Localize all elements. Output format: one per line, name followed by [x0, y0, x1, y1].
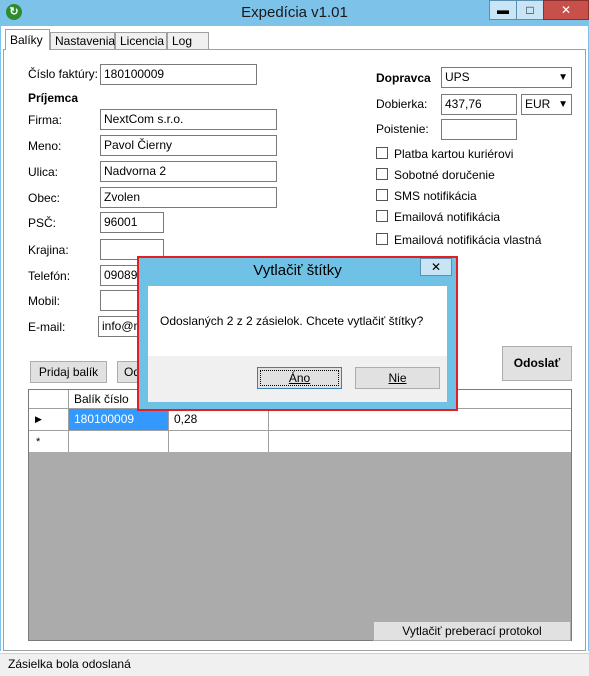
- name-label: Meno:: [28, 139, 62, 153]
- add-package-button[interactable]: Pridaj balík: [30, 361, 107, 383]
- close-button[interactable]: ✕: [543, 0, 589, 20]
- zip-label: PSČ:: [28, 216, 57, 230]
- chevron-down-icon: ▼: [558, 72, 568, 83]
- grid-cell-weight[interactable]: 0,28: [168, 409, 268, 430]
- dialog-no-button[interactable]: Nie: [355, 367, 440, 389]
- grid-cell-new-filler: [268, 431, 571, 452]
- custom-email-notification-label: Emailová notifikácia vlastná: [394, 233, 542, 247]
- row-selector-icon: ▶: [35, 414, 42, 424]
- dialog-title: Vytlačiť štítky: [253, 262, 342, 279]
- maximize-button[interactable]: □: [516, 0, 544, 20]
- carrier-select[interactable]: UPS ▼: [441, 67, 572, 88]
- grid-cell-package-number[interactable]: 180100009: [68, 409, 168, 430]
- currency-select[interactable]: EUR ▼: [521, 94, 572, 115]
- minimize-button[interactable]: ▬: [489, 0, 517, 20]
- tab-baliky[interactable]: Balíky: [5, 29, 50, 50]
- cod-input[interactable]: 437,76: [441, 94, 517, 115]
- company-input[interactable]: NextCom s.r.o.: [100, 109, 277, 130]
- recipient-heading: Príjemca: [28, 91, 79, 105]
- name-input[interactable]: Pavol Čierny: [100, 135, 277, 156]
- currency-select-value: EUR: [525, 97, 551, 111]
- sms-notification-checkbox[interactable]: [376, 189, 388, 201]
- insurance-label: Poistenie:: [376, 122, 429, 136]
- status-text: Zásielka bola odoslaná: [8, 657, 131, 671]
- dialog-close-button[interactable]: ✕: [420, 258, 452, 276]
- tab-log[interactable]: Log: [167, 32, 209, 49]
- saturday-delivery-checkbox[interactable]: [376, 168, 388, 180]
- new-row-marker: *: [36, 436, 41, 448]
- company-label: Firma:: [28, 113, 62, 127]
- card-payment-label: Platba kartou kuriérovi: [394, 147, 514, 161]
- email-notification-label: Emailová notifikácia: [394, 210, 501, 224]
- grid-cell-filler: [268, 409, 571, 430]
- grid-cell-new-package[interactable]: [68, 431, 168, 452]
- print-protocol-button[interactable]: Vytlačiť preberací protokol: [373, 621, 571, 641]
- email-input[interactable]: info@ne: [98, 316, 140, 337]
- custom-email-notification-checkbox[interactable]: [376, 233, 388, 245]
- tab-nastavenia[interactable]: Nastavenia: [50, 32, 115, 49]
- city-input[interactable]: Zvolen: [100, 187, 277, 208]
- sms-notification-label: SMS notifikácia: [394, 189, 477, 203]
- phone-input[interactable]: 090893: [100, 265, 140, 286]
- email-label: E-mail:: [28, 320, 66, 334]
- mobile-input[interactable]: [100, 290, 140, 311]
- city-label: Obec:: [28, 191, 61, 205]
- send-button[interactable]: Odoslať: [502, 346, 572, 381]
- cod-label: Dobierka:: [376, 97, 428, 111]
- carrier-select-value: UPS: [445, 70, 470, 84]
- email-notification-checkbox[interactable]: [376, 210, 388, 222]
- invoice-label: Číslo faktúry:: [28, 67, 99, 81]
- carrier-label: Dopravca: [376, 71, 431, 85]
- phone-label: Telefón:: [28, 269, 71, 283]
- chevron-down-icon: ▼: [558, 99, 568, 110]
- insurance-input[interactable]: [441, 119, 517, 140]
- dialog-message: Odoslaných 2 z 2 zásielok. Chcete vytlač…: [160, 314, 424, 328]
- zip-input[interactable]: 96001: [100, 212, 164, 233]
- saturday-delivery-label: Sobotné doručenie: [394, 168, 495, 182]
- tab-licencia[interactable]: Licencia: [115, 32, 167, 49]
- country-label: Krajina:: [28, 243, 69, 257]
- street-label: Ulica:: [28, 165, 59, 179]
- dialog-yes-button[interactable]: Áno: [257, 367, 342, 389]
- grid-cell-new-weight[interactable]: [168, 431, 268, 452]
- invoice-input[interactable]: 180100009: [100, 64, 257, 85]
- street-input[interactable]: Nadvorna 2: [100, 161, 277, 182]
- mobile-label: Mobil:: [28, 294, 61, 308]
- card-payment-checkbox[interactable]: [376, 147, 388, 159]
